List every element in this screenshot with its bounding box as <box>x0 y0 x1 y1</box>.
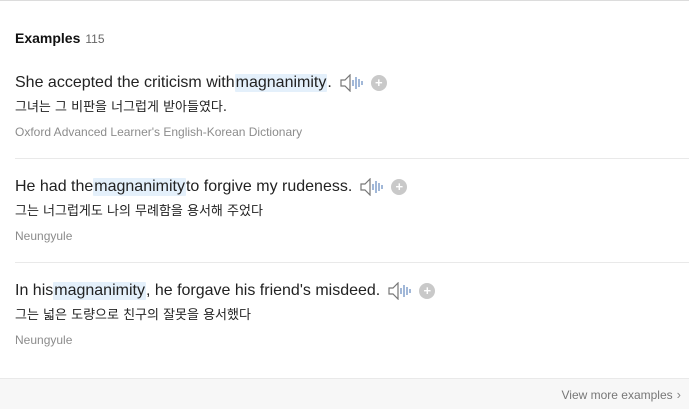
example-sentence: She accepted the criticism with magnanim… <box>15 72 689 94</box>
highlighted-word[interactable]: magnanimity <box>234 74 328 92</box>
example-divider <box>15 158 689 159</box>
add-to-wordbook-icon[interactable]: + <box>391 179 408 195</box>
sentence-text: to forgive my rudeness. <box>185 178 353 195</box>
highlighted-word[interactable]: magnanimity <box>93 178 186 196</box>
speaker-icon[interactable] <box>340 74 364 92</box>
examples-count: 115 <box>85 32 105 46</box>
sentence-text: , he forgave his friend's misdeed. <box>145 282 381 299</box>
view-more-examples-link[interactable]: View more examples › <box>561 387 681 402</box>
top-divider <box>0 0 689 1</box>
highlighted-word[interactable]: magnanimity <box>53 282 146 300</box>
example-source: Oxford Advanced Learner's English-Korean… <box>15 125 303 139</box>
add-to-wordbook-icon[interactable]: + <box>370 75 387 91</box>
example-sentence: He had the magnanimity to forgive my rud… <box>15 176 689 198</box>
example-translation: 그녀는 그 비판을 너그럽게 받아들였다. <box>15 100 228 115</box>
example-source: Neungyule <box>15 333 73 347</box>
example-source: Neungyule <box>15 229 73 243</box>
example-divider <box>15 262 689 263</box>
sentence-text: She accepted the criticism with <box>15 74 235 91</box>
view-more-label: View more examples <box>561 387 673 402</box>
example-translation: 그는 너그럽게도 나의 무례함을 용서해 주었다 <box>15 204 263 219</box>
speaker-icon[interactable] <box>388 282 412 300</box>
add-to-wordbook-icon[interactable]: + <box>419 283 436 299</box>
example-sentence: In his magnanimity , he forgave his frie… <box>15 280 689 302</box>
chevron-right-icon: › <box>676 387 681 402</box>
sentence-text: He had the <box>15 178 94 195</box>
example-translation: 그는 넓은 도량으로 친구의 잘못을 용서했다 <box>15 308 251 323</box>
example-item: He had the magnanimity to forgive my rud… <box>15 176 689 243</box>
examples-header: Examples 115 <box>15 30 105 48</box>
examples-title: Examples <box>15 30 81 46</box>
examples-footer: View more examples › <box>0 378 689 409</box>
sentence-text: . <box>327 74 332 91</box>
speaker-icon[interactable] <box>360 178 384 196</box>
sentence-text: In his <box>15 282 54 299</box>
example-item: She accepted the criticism with magnanim… <box>15 72 689 139</box>
example-item: In his magnanimity , he forgave his frie… <box>15 280 689 347</box>
